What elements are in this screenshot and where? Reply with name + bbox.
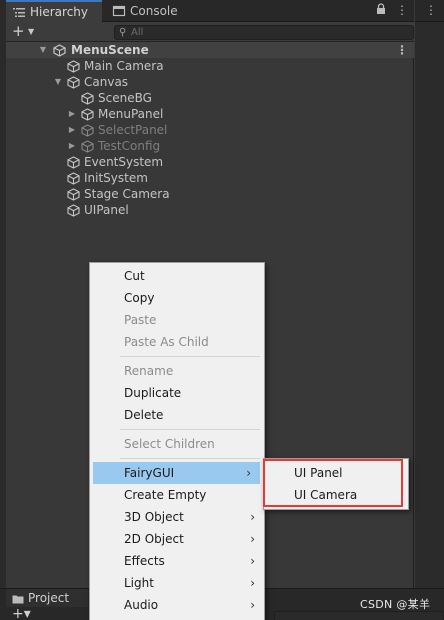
menu-item-2d-object[interactable]: 2D Object ›	[90, 528, 264, 550]
collapsed-arrow-icon[interactable]: ▶	[67, 138, 77, 154]
lock-icon[interactable]	[376, 3, 386, 18]
tree-row[interactable]: EventSystem	[6, 154, 414, 170]
menu-item-paste-as-child[interactable]: Paste As Child	[90, 331, 264, 353]
tab-bar: Hierarchy Console ⋮	[6, 0, 414, 22]
expand-arrow-icon[interactable]: ▼	[53, 74, 63, 90]
gameobject-cube-icon	[67, 172, 80, 185]
tree-label: MenuScene	[71, 43, 149, 57]
menu-item-label: Light	[124, 576, 154, 590]
tab-console[interactable]: Console	[106, 0, 196, 22]
project-add-button[interactable]: +▾	[12, 607, 31, 620]
tree-row[interactable]: SceneBG	[6, 90, 414, 106]
context-menu: Cut Copy Paste Paste As Child Rename Dup…	[89, 262, 265, 620]
gameobject-cube-icon	[67, 204, 80, 217]
console-icon	[112, 5, 126, 17]
tree-row[interactable]: UIPanel	[6, 202, 414, 218]
menu-item-3d-object[interactable]: 3D Object ›	[90, 506, 264, 528]
gameobject-cube-icon	[67, 76, 80, 89]
tree-row[interactable]: InitSystem	[6, 170, 414, 186]
more-options-icon[interactable]: ⋮	[396, 3, 408, 18]
menu-separator	[120, 429, 260, 430]
submenu-arrow-icon: ›	[250, 598, 255, 612]
gameobject-cube-icon	[81, 108, 94, 121]
menu-item-ui-camera[interactable]: UI Camera	[264, 484, 408, 506]
hierarchy-toolbar: + ▼ ⚲ All	[6, 22, 414, 42]
menu-item-ui-panel[interactable]: UI Panel	[264, 462, 408, 484]
tree-row[interactable]: ▶ MenuPanel	[6, 106, 414, 122]
gameobject-cube-icon	[81, 92, 94, 105]
tree-row[interactable]: ▶ SelectPanel	[6, 122, 414, 138]
project-search-input[interactable]	[274, 611, 444, 620]
hierarchy-list-icon	[12, 6, 26, 18]
menu-item-label: Audio	[124, 598, 159, 612]
submenu-arrow-icon: ›	[250, 532, 255, 546]
menu-item-light[interactable]: Light ›	[90, 572, 264, 594]
menu-item-select-children[interactable]: Select Children	[90, 433, 264, 455]
submenu-arrow-icon: ›	[250, 554, 255, 568]
hierarchy-tree: ▼ MenuScene ⋮ Main Camera ▼ Canvas Scene…	[6, 42, 414, 218]
gameobject-cube-icon	[81, 140, 94, 153]
tree-label: SelectPanel	[98, 123, 168, 137]
menu-item-create-empty[interactable]: Create Empty	[90, 484, 264, 506]
menu-item-effects[interactable]: Effects ›	[90, 550, 264, 572]
tree-row-scene[interactable]: ▼ MenuScene ⋮	[6, 42, 414, 58]
tree-row[interactable]: ▼ Canvas	[6, 74, 414, 90]
submenu-arrow-icon: ›	[250, 510, 255, 524]
tree-row[interactable]: Main Camera	[6, 58, 414, 74]
tree-row[interactable]: Stage Camera	[6, 186, 414, 202]
tab-actions: ⋮	[376, 3, 408, 18]
submenu-arrow-icon: ›	[250, 576, 255, 590]
right-tab: ⋮	[415, 0, 444, 22]
tree-label: Canvas	[84, 75, 129, 89]
tree-label: UIPanel	[84, 203, 129, 217]
menu-separator	[120, 356, 260, 357]
gameobject-cube-icon	[67, 188, 80, 201]
search-input[interactable]: ⚲ All	[114, 25, 414, 40]
tree-label: TestConfig	[98, 139, 161, 153]
menu-item-copy[interactable]: Copy	[90, 287, 264, 309]
gameobject-cube-icon	[67, 60, 80, 73]
tab-project[interactable]: Project	[6, 589, 88, 607]
watermark: CSDN @某羊	[360, 598, 431, 611]
menu-item-delete[interactable]: Delete	[90, 404, 264, 426]
menu-item-label: 3D Object	[124, 510, 184, 524]
tab-console-label: Console	[130, 4, 178, 18]
more-options-icon[interactable]: ⋮	[425, 4, 437, 16]
scene-menu-icon[interactable]: ⋮	[396, 42, 408, 58]
menu-item-paste[interactable]: Paste	[90, 309, 264, 331]
menu-item-label: 2D Object	[124, 532, 184, 546]
tree-label: Stage Camera	[84, 187, 170, 201]
expand-arrow-icon[interactable]: ▼	[38, 42, 48, 58]
tree-label: EventSystem	[84, 155, 164, 169]
search-icon: ⚲	[119, 27, 127, 38]
tab-hierarchy[interactable]: Hierarchy	[6, 0, 102, 22]
collapsed-arrow-icon[interactable]: ▶	[67, 122, 77, 138]
menu-separator	[120, 458, 260, 459]
tree-label: SceneBG	[98, 91, 152, 105]
fairygui-submenu: UI Panel UI Camera	[263, 458, 409, 510]
submenu-arrow-icon: ›	[246, 466, 251, 480]
tree-label: InitSystem	[84, 171, 148, 185]
menu-item-label: Effects	[124, 554, 165, 568]
menu-item-rename[interactable]: Rename	[90, 360, 264, 382]
menu-item-cut[interactable]: Cut	[90, 265, 264, 287]
menu-item-duplicate[interactable]: Duplicate	[90, 382, 264, 404]
tree-label: Main Camera	[84, 59, 164, 73]
menu-item-audio[interactable]: Audio ›	[90, 594, 264, 616]
tree-row[interactable]: ▶ TestConfig	[6, 138, 414, 154]
gameobject-cube-icon	[67, 156, 80, 169]
tab-hierarchy-label: Hierarchy	[30, 5, 89, 19]
menu-item-label: FairyGUI	[124, 466, 175, 480]
gameobject-cube-icon	[81, 124, 94, 137]
search-placeholder: All	[131, 27, 144, 38]
add-button[interactable]: +	[12, 23, 25, 39]
right-side-panel: ⋮	[415, 0, 444, 588]
unity-scene-icon	[53, 44, 66, 57]
collapsed-arrow-icon[interactable]: ▶	[67, 106, 77, 122]
add-dropdown-caret-icon[interactable]: ▼	[28, 27, 34, 36]
folder-icon	[12, 593, 24, 604]
menu-item-fairygui[interactable]: FairyGUI ›	[93, 462, 260, 484]
tree-label: MenuPanel	[98, 107, 164, 121]
tab-project-label: Project	[28, 591, 70, 605]
